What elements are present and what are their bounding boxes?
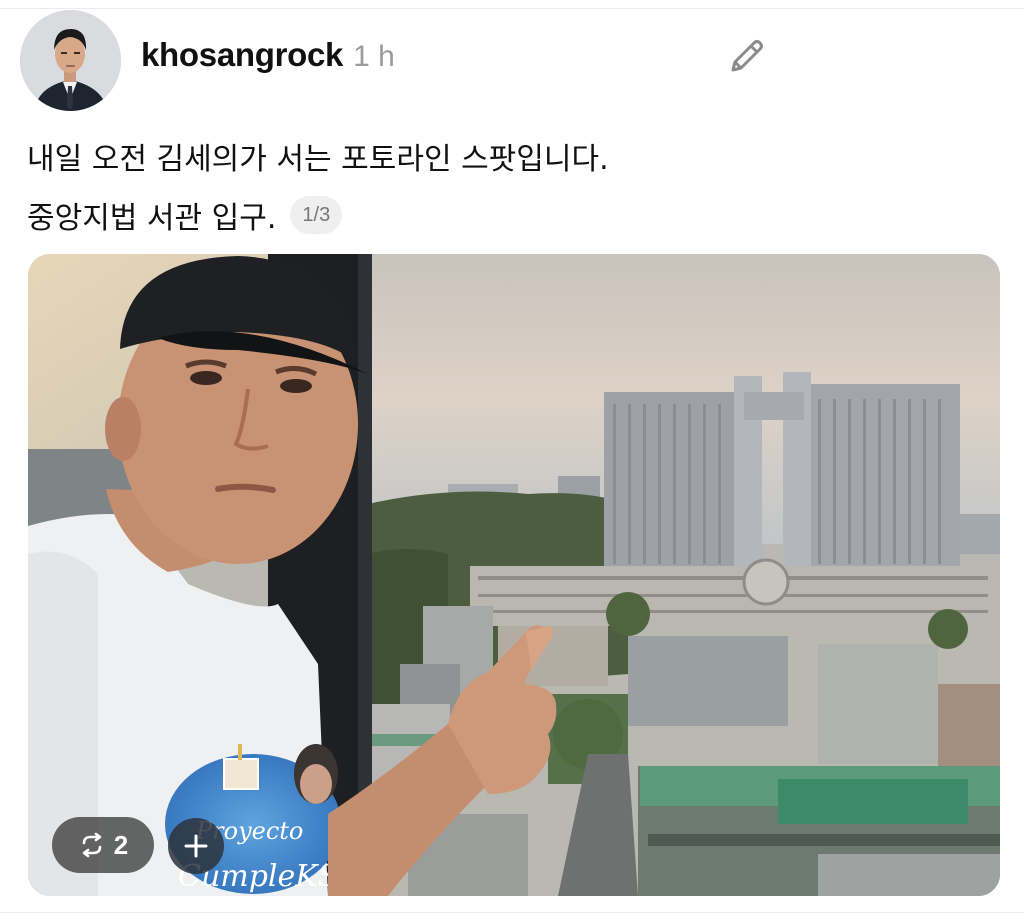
post-photo[interactable]: Proyecto CumpleKSH xyxy=(28,254,1000,896)
plus-icon xyxy=(183,833,209,859)
repost-count: 2 xyxy=(113,829,129,860)
repost-button[interactable]: 2 xyxy=(52,817,154,873)
avatar[interactable] xyxy=(20,10,121,111)
avatar-portrait xyxy=(20,10,121,111)
post-header: khosangrock 1 h xyxy=(141,36,395,80)
repost-icon xyxy=(78,831,106,859)
add-button[interactable] xyxy=(168,818,224,874)
photo-scene: Proyecto CumpleKSH xyxy=(28,254,1000,896)
pencil-icon[interactable] xyxy=(725,34,769,78)
post-text-line-2-content: 중앙지법 서관 입구. xyxy=(27,201,277,236)
timestamp: 1 h xyxy=(353,40,395,73)
username[interactable]: khosangrock xyxy=(141,36,343,74)
top-divider xyxy=(0,8,1024,9)
bottom-divider xyxy=(0,912,1024,913)
page-indicator-badge: 1/3 xyxy=(290,196,343,234)
post-text-line-2: 중앙지법 서관 입구. 1/3 xyxy=(27,193,343,237)
post-text-line-1: 내일 오전 김세의가 서는 포토라인 스팟입니다. xyxy=(27,142,609,177)
